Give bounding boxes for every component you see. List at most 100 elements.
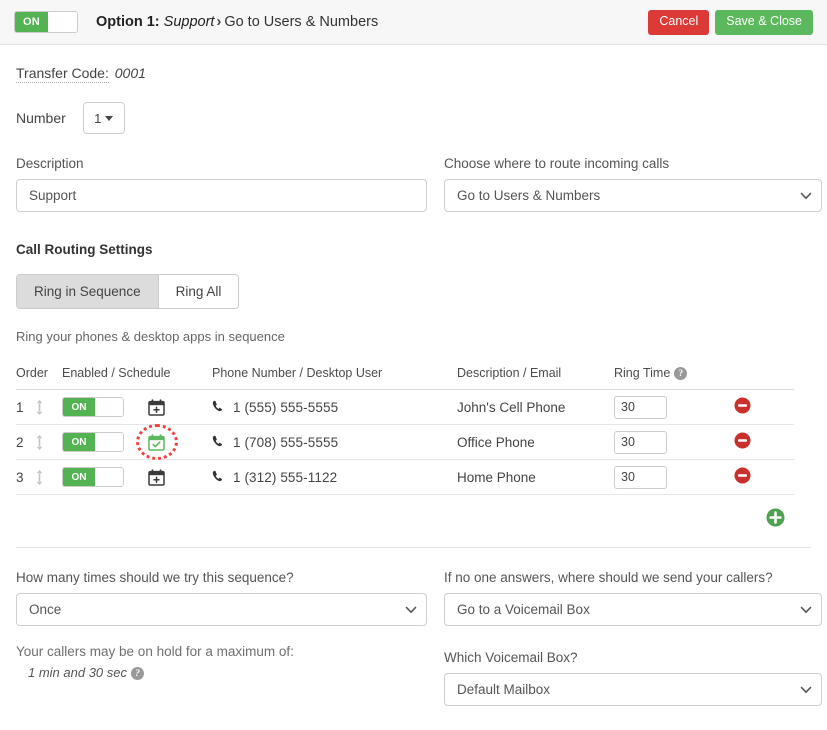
row-enabled-schedule-cell: ON [62,460,212,495]
ring-time-input[interactable] [614,396,667,419]
row-delete-cell [734,460,794,495]
hold-time-note: Your callers may be on hold for a maximu… [16,644,427,680]
table-row: 3 ON [16,460,794,495]
row-enabled-schedule-cell: ON [62,425,212,460]
row-description: Office Phone [457,425,614,460]
row-order-number: 2 [16,425,32,460]
remove-row-button[interactable] [734,397,751,414]
row-enabled-toggle[interactable]: ON [62,432,124,452]
toggle-off-track [48,12,77,32]
transfer-code-label: Transfer Code: [16,65,109,83]
phone-icon [212,470,224,484]
ring-time-input[interactable] [614,431,667,454]
row-delete-cell [734,390,794,425]
route-label: Choose where to route incoming calls [444,156,822,171]
remove-row-button[interactable] [734,432,751,449]
row-order-number: 1 [16,390,32,425]
tab-ring-in-sequence[interactable]: Ring in Sequence [17,275,159,308]
row-ring-time-cell [614,425,734,460]
no-answer-field-group: If no one answers, where should we send … [444,570,822,706]
cancel-button[interactable]: Cancel [648,10,709,35]
description-label: Description [16,156,427,171]
ring-sequence-table: Order Enabled / Schedule Phone Number / … [16,360,794,495]
number-select-value: 1 [94,111,101,126]
column-header-phone: Phone Number / Desktop User [212,360,457,390]
help-icon[interactable]: ? [674,367,687,380]
row-toggle-off-track [95,398,123,416]
add-row-container [16,495,794,539]
transfer-code: Transfer Code: 0001 [16,65,811,81]
table-row: 2 ON [16,425,794,460]
row-sort-handle-cell [32,390,62,425]
section-divider [16,547,811,548]
page-footer-settings: How many times should we try this sequen… [0,570,827,706]
sort-handle-icon[interactable] [32,434,46,451]
column-header-order: Order [16,360,62,390]
retries-noanswer-row: How many times should we try this sequen… [16,570,811,706]
row-enabled-toggle[interactable]: ON [62,467,124,487]
row-toggle-on-label: ON [63,398,95,416]
phone-icon [212,435,224,449]
number-select[interactable]: 1 [83,102,125,134]
row-description: John's Cell Phone [457,390,614,425]
column-header-delete [734,360,794,390]
retries-label: How many times should we try this sequen… [16,570,427,585]
description-field-group: Description [16,156,427,212]
breadcrumb-destination: Go to Users & Numbers [224,14,378,30]
retries-select[interactable]: Once [16,593,427,626]
calendar-plus-icon[interactable] [148,398,166,416]
row-delete-cell [734,425,794,460]
toggle-on-label: ON [15,12,48,32]
calendar-plus-icon[interactable] [148,468,166,486]
hold-time-label: Your callers may be on hold for a maximu… [16,644,427,659]
sort-handle-icon[interactable] [32,399,46,416]
hold-time-value-row: 1 min and 30 sec? [28,665,427,680]
calendar-check-icon[interactable] [148,433,166,451]
row-toggle-on-label: ON [63,433,95,451]
chevron-down-icon [105,116,113,121]
row-phone-number: 1 (312) 555-1122 [233,470,337,485]
number-label: Number [16,110,66,126]
sort-handle-icon[interactable] [32,469,46,486]
voicemail-box-select[interactable]: Default Mailbox [444,673,822,706]
row-ring-time-cell [614,460,734,495]
row-phone-cell: 1 (708) 555-5555 [212,425,457,460]
option-enabled-toggle[interactable]: ON [14,11,78,33]
route-select[interactable]: Go to Users & Numbers [444,179,822,212]
row-toggle-off-track [95,468,123,486]
row-sort-handle-cell [32,460,62,495]
route-field-group: Choose where to route incoming calls Go … [444,156,822,212]
add-destination-button[interactable] [766,508,785,527]
no-answer-select[interactable]: Go to a Voicemail Box [444,593,822,626]
column-header-ring-time-text: Ring Time [614,366,670,380]
row-enabled-toggle[interactable]: ON [62,397,124,417]
table-header-row: Order Enabled / Schedule Phone Number / … [16,360,794,390]
description-route-row: Description Choose where to route incomi… [16,156,811,212]
table-row: 1 ON [16,390,794,425]
row-phone-number: 1 (555) 555-5555 [233,400,338,415]
phone-icon [212,400,224,414]
no-answer-label: If no one answers, where should we send … [444,570,822,585]
number-row: Number 1 [16,102,811,134]
row-description: Home Phone [457,460,614,495]
row-sort-handle-cell [32,425,62,460]
breadcrumb-name: Support [164,14,215,30]
help-icon[interactable]: ? [131,667,144,680]
breadcrumb-option: Option 1: [96,14,160,30]
column-header-description: Description / Email [457,360,614,390]
voicemail-box-field-group: Which Voicemail Box? Default Mailbox [444,650,822,706]
row-toggle-off-track [95,433,123,451]
call-routing-settings-title: Call Routing Settings [16,242,811,257]
tab-ring-all[interactable]: Ring All [159,275,239,308]
save-and-close-button[interactable]: Save & Close [715,10,813,35]
header-actions: Cancel Save & Close [648,10,813,35]
column-header-enabled-schedule: Enabled / Schedule [62,360,212,390]
row-phone-cell: 1 (312) 555-1122 [212,460,457,495]
page-header: ON Option 1: Support›Go to Users & Numbe… [0,0,827,45]
routing-mode-note: Ring your phones & desktop apps in seque… [16,329,811,344]
ring-time-input[interactable] [614,466,667,489]
description-input[interactable] [16,179,427,212]
breadcrumb-separator-icon: › [216,14,221,30]
row-order-number: 3 [16,460,32,495]
remove-row-button[interactable] [734,467,751,484]
